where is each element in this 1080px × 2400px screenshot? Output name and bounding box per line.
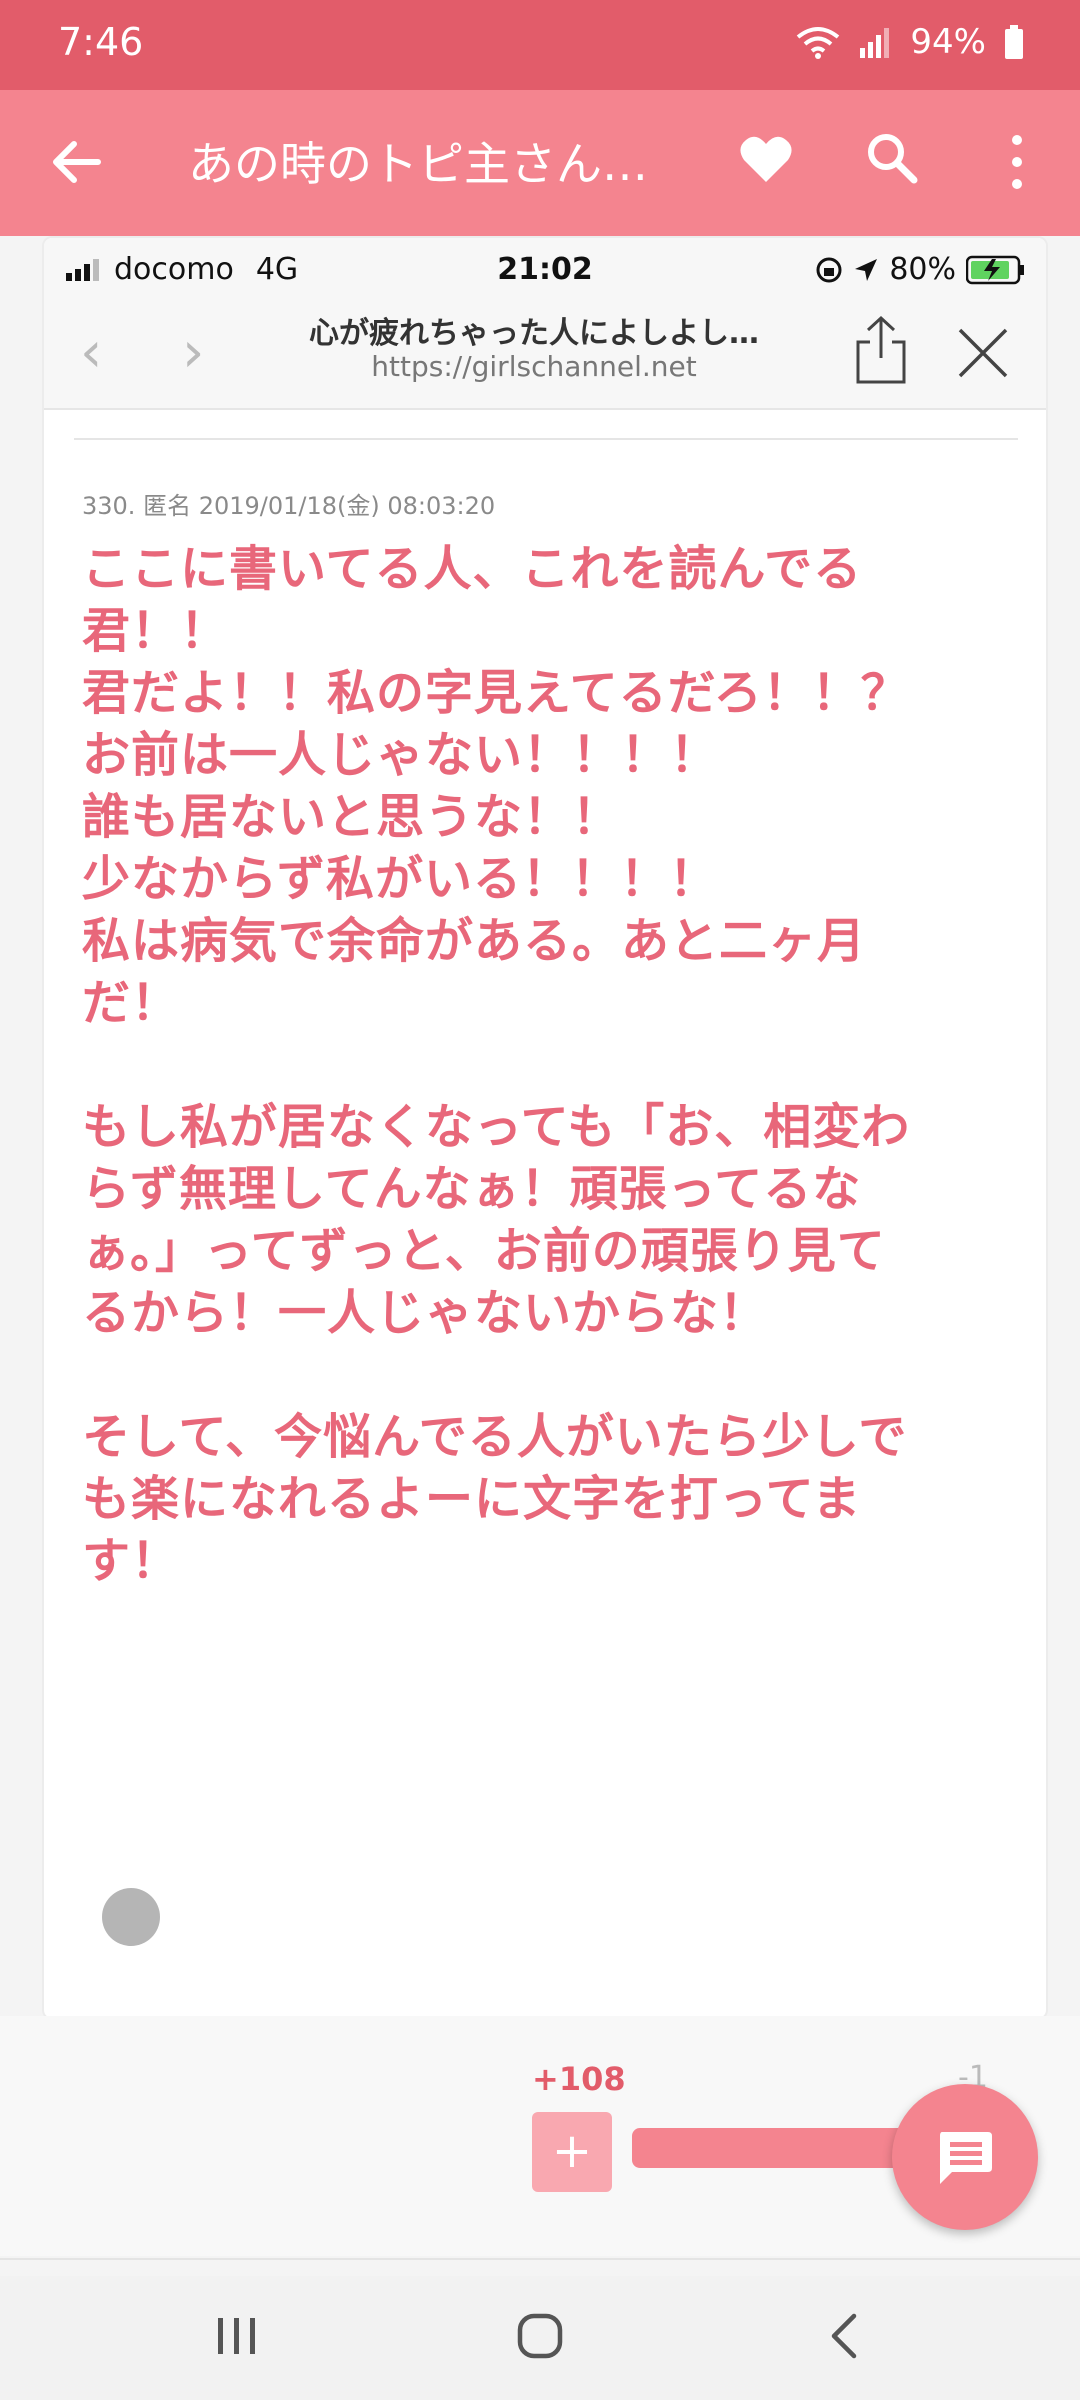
screenshot-battery: 80% xyxy=(889,252,956,287)
browser-url: https://girlschannel.net xyxy=(371,350,697,383)
back-arrow-icon[interactable] xyxy=(44,130,108,194)
more-vert-icon[interactable] xyxy=(1002,130,1032,194)
page-title: あの時のトピ主さん… xyxy=(188,137,648,191)
floating-scroll-button[interactable] xyxy=(102,1888,160,1946)
plus-vote-count: +108 xyxy=(532,2060,626,2098)
home-icon[interactable] xyxy=(516,2312,564,2360)
browser-back-icon: ‹ xyxy=(80,320,103,385)
rotation-lock-icon xyxy=(816,257,842,282)
recent-apps-icon[interactable] xyxy=(214,2312,260,2360)
plus-vote-button[interactable]: + xyxy=(532,2112,612,2192)
divider xyxy=(74,438,1018,440)
status-icons: 94% xyxy=(796,22,1024,62)
favorite-heart-icon[interactable] xyxy=(738,132,794,188)
wifi-icon xyxy=(797,27,840,59)
search-icon[interactable] xyxy=(862,128,922,188)
attached-screenshot[interactable]: docomo 4G 21:02 80% ‹ › 心が疲れちゃった人によしよし… … xyxy=(42,236,1048,2020)
screenshot-status-icons: 80% xyxy=(815,252,1026,287)
status-bar: 7:46 94% xyxy=(0,0,1080,90)
divider xyxy=(0,2258,1080,2260)
nav-back-icon[interactable] xyxy=(824,2312,864,2360)
browser-page-title: 心が疲れちゃった人によしよし… xyxy=(309,316,759,351)
signal-icon xyxy=(860,28,890,58)
browser-toolbar: ‹ › 心が疲れちゃった人によしよし… https://girlschannel… xyxy=(44,298,1046,410)
comment-body: ここに書いてる人、これを読んでる 君！！ 君だよ！！私の字見えてるだろ！！？ お… xyxy=(82,541,911,1589)
status-time: 7:46 xyxy=(58,20,144,64)
comment-fab-button[interactable] xyxy=(892,2084,1038,2230)
comment-meta: 330. 匿名 2019/01/18(金) 08:03:20 xyxy=(82,492,496,520)
location-arrow-icon xyxy=(855,258,878,281)
battery-percent: 94% xyxy=(910,22,986,62)
chat-icon xyxy=(940,2132,992,2184)
close-icon xyxy=(958,328,1008,378)
system-nav-bar xyxy=(0,2276,1080,2400)
battery-icon xyxy=(1005,25,1023,59)
vote-ratio-bar xyxy=(632,2128,932,2168)
app-bar: あの時のトピ主さん… xyxy=(0,90,1080,236)
share-icon xyxy=(856,315,906,384)
browser-forward-icon: › xyxy=(182,320,205,385)
screenshot-status-bar: docomo 4G 21:02 80% xyxy=(44,238,1046,298)
battery-charging-icon xyxy=(966,255,1024,284)
